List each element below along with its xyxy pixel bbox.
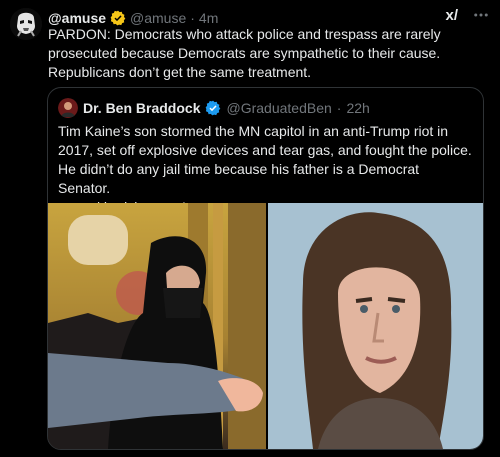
quoted-timestamp[interactable]: 22h bbox=[346, 100, 369, 116]
tweet[interactable]: @amuse @amuse · 4m x/ PARDON: Democrats … bbox=[0, 0, 500, 457]
mugshot-image bbox=[268, 203, 483, 449]
verified-icon bbox=[110, 10, 126, 26]
mugshot-photo[interactable] bbox=[268, 203, 483, 449]
quoted-tweet[interactable]: Dr. Ben Braddock @GraduatedBen · 22h Tim… bbox=[47, 87, 484, 450]
author-name[interactable]: @amuse bbox=[48, 10, 106, 26]
avatar[interactable] bbox=[10, 8, 42, 40]
protest-image bbox=[48, 203, 266, 449]
separator: · bbox=[190, 10, 195, 26]
verified-icon bbox=[205, 100, 221, 116]
author-handle[interactable]: @amuse bbox=[130, 10, 186, 26]
header-actions: x/ bbox=[445, 6, 490, 24]
quoted-avatar bbox=[58, 98, 78, 118]
separator: · bbox=[336, 100, 342, 116]
tweet-text: PARDON: Democrats who attack police and … bbox=[48, 26, 441, 80]
quoted-header: Dr. Ben Braddock @GraduatedBen · 22h bbox=[58, 98, 370, 118]
protest-photo[interactable] bbox=[48, 203, 266, 449]
quoted-author-name[interactable]: Dr. Ben Braddock bbox=[83, 100, 200, 116]
grok-icon[interactable]: x/ bbox=[445, 7, 458, 24]
timestamp[interactable]: 4m bbox=[199, 10, 218, 26]
quoted-author-handle[interactable]: @GraduatedBen bbox=[226, 100, 331, 116]
quoted-media[interactable] bbox=[48, 203, 483, 449]
stormtrooper-avatar-image bbox=[10, 8, 42, 40]
quoted-text-body: Tim Kaine’s son stormed the MN capitol i… bbox=[58, 123, 472, 196]
more-icon[interactable] bbox=[472, 6, 490, 24]
